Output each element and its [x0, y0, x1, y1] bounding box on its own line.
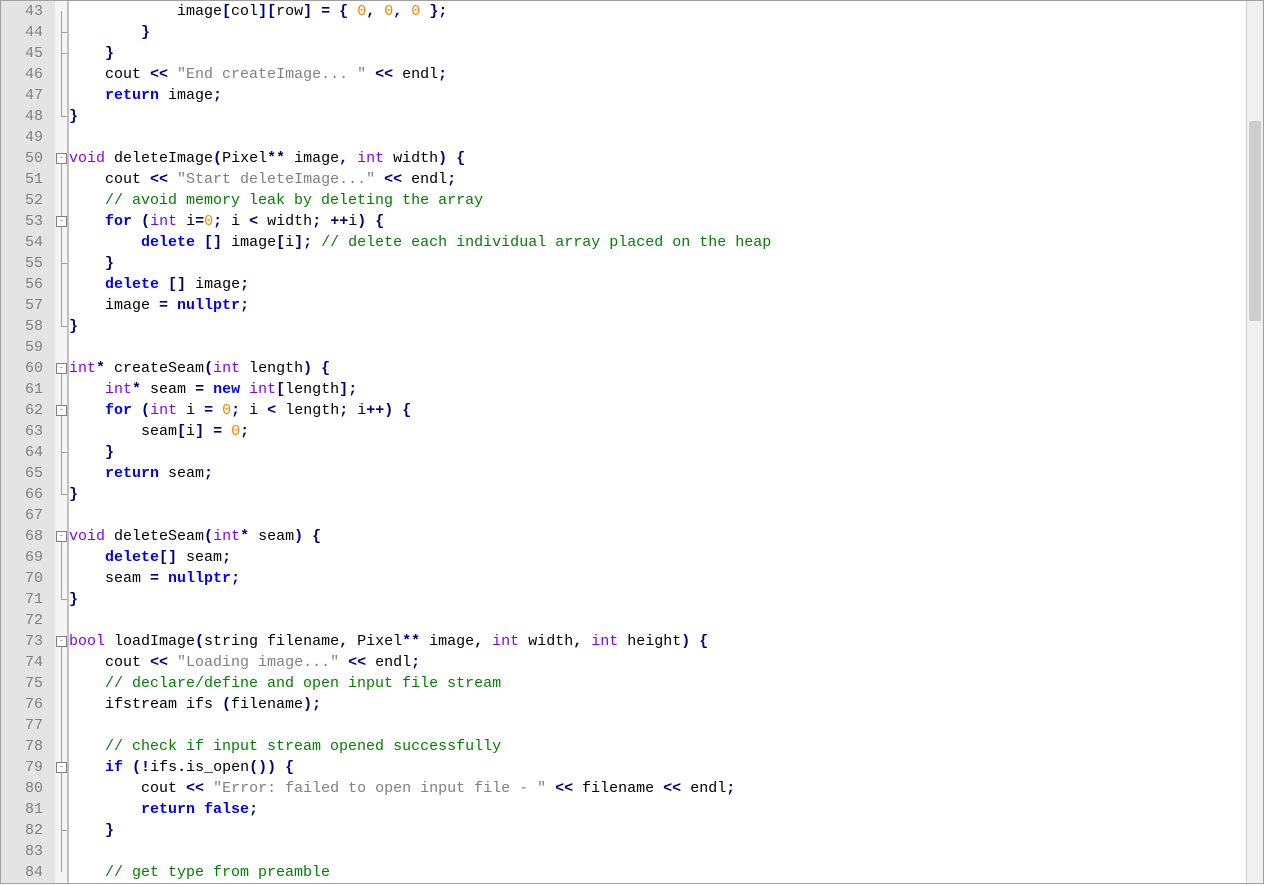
code-line[interactable]: // declare/define and open input file st… — [69, 673, 1246, 694]
line-number: 66 — [1, 484, 55, 505]
line-number: 80 — [1, 778, 55, 799]
line-number: 82 — [1, 820, 55, 841]
line-number: 57 — [1, 295, 55, 316]
line-number: 73 — [1, 631, 55, 652]
line-number: 45 — [1, 43, 55, 64]
code-line[interactable]: ifstream ifs (filename); — [69, 694, 1246, 715]
fold-toggle[interactable]: - — [56, 405, 67, 416]
code-line[interactable] — [69, 337, 1246, 358]
code-line[interactable]: for (int i=0; i < width; ++i) { — [69, 211, 1246, 232]
code-line[interactable]: int* createSeam(int length) { — [69, 358, 1246, 379]
line-number: 72 — [1, 610, 55, 631]
code-line[interactable] — [69, 841, 1246, 862]
code-line[interactable]: void deleteSeam(int* seam) { — [69, 526, 1246, 547]
line-number: 68 — [1, 526, 55, 547]
code-line[interactable]: delete [] image[i]; // delete each indiv… — [69, 232, 1246, 253]
code-line[interactable]: seam = nullptr; — [69, 568, 1246, 589]
scrollbar-thumb[interactable] — [1249, 121, 1261, 321]
line-number: 62 — [1, 400, 55, 421]
line-number: 79 — [1, 757, 55, 778]
code-line[interactable]: } — [69, 106, 1246, 127]
line-number: 43 — [1, 1, 55, 22]
code-line[interactable] — [69, 127, 1246, 148]
vertical-scrollbar[interactable] — [1246, 1, 1263, 883]
line-number: 67 — [1, 505, 55, 526]
line-number: 75 — [1, 673, 55, 694]
line-number: 44 — [1, 22, 55, 43]
fold-toggle[interactable]: - — [56, 216, 67, 227]
code-line[interactable]: } — [69, 22, 1246, 43]
code-line[interactable]: return image; — [69, 85, 1246, 106]
line-number: 55 — [1, 253, 55, 274]
line-number: 54 — [1, 232, 55, 253]
fold-margin[interactable]: - - - - - - - — [55, 1, 69, 883]
code-line[interactable]: } — [69, 820, 1246, 841]
fold-toggle[interactable]: - — [56, 762, 67, 773]
code-area[interactable]: image[col][row] = { 0, 0, 0 }; } } cout … — [69, 1, 1246, 883]
code-line[interactable]: delete[] seam; — [69, 547, 1246, 568]
code-line[interactable]: cout << "End createImage... " << endl; — [69, 64, 1246, 85]
line-number: 61 — [1, 379, 55, 400]
code-line[interactable]: } — [69, 253, 1246, 274]
code-line[interactable] — [69, 505, 1246, 526]
code-line[interactable]: } — [69, 442, 1246, 463]
line-number: 71 — [1, 589, 55, 610]
line-number: 50 — [1, 148, 55, 169]
line-number: 70 — [1, 568, 55, 589]
code-line[interactable]: seam[i] = 0; — [69, 421, 1246, 442]
code-line[interactable]: for (int i = 0; i < length; i++) { — [69, 400, 1246, 421]
line-number: 51 — [1, 169, 55, 190]
code-line[interactable]: } — [69, 484, 1246, 505]
code-line[interactable]: return false; — [69, 799, 1246, 820]
code-line[interactable] — [69, 715, 1246, 736]
line-number: 49 — [1, 127, 55, 148]
line-number: 74 — [1, 652, 55, 673]
line-number: 59 — [1, 337, 55, 358]
line-number: 53 — [1, 211, 55, 232]
line-number: 84 — [1, 862, 55, 883]
fold-toggle[interactable]: - — [56, 636, 67, 647]
line-number: 56 — [1, 274, 55, 295]
code-line[interactable]: // check if input stream opened successf… — [69, 736, 1246, 757]
fold-toggle[interactable]: - — [56, 531, 67, 542]
line-number: 52 — [1, 190, 55, 211]
code-line[interactable] — [69, 610, 1246, 631]
line-number: 46 — [1, 64, 55, 85]
line-number: 65 — [1, 463, 55, 484]
line-number: 81 — [1, 799, 55, 820]
line-number: 78 — [1, 736, 55, 757]
code-line[interactable]: cout << "Error: failed to open input fil… — [69, 778, 1246, 799]
code-line[interactable]: return seam; — [69, 463, 1246, 484]
line-number: 60 — [1, 358, 55, 379]
fold-toggle[interactable]: - — [56, 363, 67, 374]
line-number: 58 — [1, 316, 55, 337]
code-line[interactable]: int* seam = new int[length]; — [69, 379, 1246, 400]
code-line[interactable]: image[col][row] = { 0, 0, 0 }; — [69, 1, 1246, 22]
code-line[interactable]: // avoid memory leak by deleting the arr… — [69, 190, 1246, 211]
code-line[interactable]: } — [69, 589, 1246, 610]
code-line[interactable]: } — [69, 43, 1246, 64]
code-line[interactable]: if (!ifs.is_open()) { — [69, 757, 1246, 778]
fold-toggle[interactable]: - — [56, 153, 67, 164]
line-number: 64 — [1, 442, 55, 463]
code-line[interactable]: cout << "Start deleteImage..." << endl; — [69, 169, 1246, 190]
code-line[interactable]: void deleteImage(Pixel** image, int widt… — [69, 148, 1246, 169]
line-number-gutter: 4344454647484950515253545556575859606162… — [1, 1, 55, 883]
code-editor[interactable]: 4344454647484950515253545556575859606162… — [0, 0, 1264, 884]
code-line[interactable]: image = nullptr; — [69, 295, 1246, 316]
code-line[interactable]: } — [69, 316, 1246, 337]
line-number: 63 — [1, 421, 55, 442]
line-number: 77 — [1, 715, 55, 736]
line-number: 76 — [1, 694, 55, 715]
line-number: 47 — [1, 85, 55, 106]
code-line[interactable]: cout << "Loading image..." << endl; — [69, 652, 1246, 673]
code-line[interactable]: delete [] image; — [69, 274, 1246, 295]
line-number: 48 — [1, 106, 55, 127]
line-number: 69 — [1, 547, 55, 568]
code-line[interactable]: bool loadImage(string filename, Pixel** … — [69, 631, 1246, 652]
code-line[interactable]: // get type from preamble — [69, 862, 1246, 883]
line-number: 83 — [1, 841, 55, 862]
